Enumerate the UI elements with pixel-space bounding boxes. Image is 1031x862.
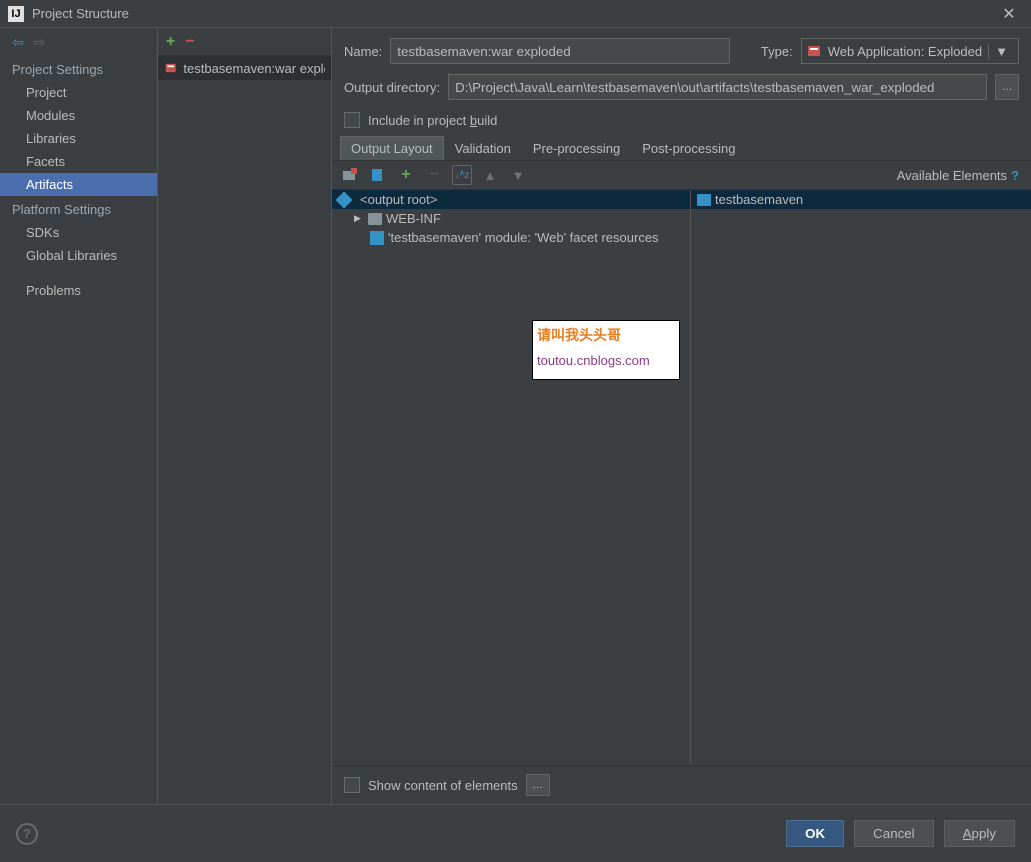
sidebar-item-modules[interactable]: Modules bbox=[0, 104, 157, 127]
facet-label: 'testbasemaven' module: 'Web' facet reso… bbox=[388, 230, 659, 245]
webinf-label: WEB-INF bbox=[386, 211, 441, 226]
sidebar-item-sdks[interactable]: SDKs bbox=[0, 221, 157, 244]
include-build-checkbox[interactable] bbox=[344, 112, 360, 128]
tabs: Output Layout Validation Pre-processing … bbox=[332, 136, 1031, 161]
nav-back-icon[interactable]: ⇦ bbox=[12, 34, 24, 51]
output-root-label: <output root> bbox=[360, 192, 437, 207]
help-icon[interactable]: ? bbox=[1011, 168, 1019, 183]
move-down-icon: ▼ bbox=[508, 165, 528, 185]
tab-validation[interactable]: Validation bbox=[444, 136, 522, 160]
sort-icon[interactable]: ↓ᴬᴢ bbox=[452, 165, 472, 185]
sidebar-item-libraries[interactable]: Libraries bbox=[0, 127, 157, 150]
sidebar-item-problems[interactable]: Problems bbox=[0, 279, 157, 302]
available-item-label: testbasemaven bbox=[715, 192, 803, 207]
artifact-list-item[interactable]: testbasemaven:war exploded bbox=[158, 56, 331, 80]
tab-post-processing[interactable]: Post-processing bbox=[631, 136, 746, 160]
module-folder-icon bbox=[697, 194, 711, 206]
window-title: Project Structure bbox=[32, 6, 995, 21]
nav-forward-icon: ⇨ bbox=[34, 34, 46, 51]
artifacts-toolbar: + − bbox=[158, 28, 331, 56]
type-label: Type: bbox=[761, 44, 793, 59]
watermark-text2: toutou.cnblogs.com bbox=[537, 353, 675, 368]
name-input[interactable] bbox=[390, 38, 730, 64]
chevron-down-icon: ▼ bbox=[988, 44, 1014, 59]
ok-button[interactable]: OK bbox=[786, 820, 844, 847]
artifact-label: testbasemaven:war exploded bbox=[183, 61, 325, 76]
cancel-button[interactable]: Cancel bbox=[854, 820, 934, 847]
folder-icon bbox=[368, 213, 382, 225]
footer-help-icon[interactable]: ? bbox=[16, 823, 38, 845]
sidebar: ⇦ ⇨ Project Settings Project Modules Lib… bbox=[0, 28, 158, 804]
sidebar-toolbar: ⇦ ⇨ bbox=[0, 28, 157, 56]
titlebar: IJ Project Structure ✕ bbox=[0, 0, 1031, 28]
watermark: 请叫我头头哥 toutou.cnblogs.com bbox=[532, 320, 680, 380]
sidebar-section-platform-settings: Platform Settings bbox=[0, 196, 157, 221]
tree-output-root[interactable]: <output root> bbox=[332, 190, 690, 209]
remove-artifact-icon[interactable]: − bbox=[185, 33, 194, 51]
available-item[interactable]: testbasemaven bbox=[691, 190, 1031, 209]
tree-facet-resources[interactable]: 'testbasemaven' module: 'Web' facet reso… bbox=[332, 228, 690, 247]
artifact-details-pane: Name: Type: Web Application: Exploded ▼ … bbox=[332, 28, 1031, 804]
add-copy-icon[interactable]: + bbox=[396, 165, 416, 185]
browse-button[interactable]: … bbox=[995, 74, 1019, 100]
new-archive-icon[interactable] bbox=[368, 165, 388, 185]
new-folder-icon[interactable] bbox=[340, 165, 360, 185]
name-label: Name: bbox=[344, 44, 382, 59]
sidebar-item-global-libraries[interactable]: Global Libraries bbox=[0, 244, 157, 267]
app-icon: IJ bbox=[8, 6, 24, 22]
artifacts-list-pane: + − testbasemaven:war exploded bbox=[158, 28, 332, 804]
show-content-label: Show content of elements bbox=[368, 778, 518, 793]
add-artifact-icon[interactable]: + bbox=[166, 33, 175, 51]
outdir-label: Output directory: bbox=[344, 80, 440, 95]
type-icon bbox=[806, 43, 822, 59]
close-icon[interactable]: ✕ bbox=[995, 0, 1023, 28]
show-content-checkbox[interactable] bbox=[344, 777, 360, 793]
sidebar-item-facets[interactable]: Facets bbox=[0, 150, 157, 173]
move-up-icon: ▲ bbox=[480, 165, 500, 185]
artifact-icon bbox=[164, 60, 177, 76]
tab-output-layout[interactable]: Output Layout bbox=[340, 136, 444, 160]
output-tree[interactable]: <output root> ▶ WEB-INF 'testbasemaven' … bbox=[332, 190, 691, 765]
available-elements-label: Available Elements ? bbox=[897, 168, 1019, 183]
type-combo[interactable]: Web Application: Exploded ▼ bbox=[801, 38, 1019, 64]
tree-webinf[interactable]: ▶ WEB-INF bbox=[332, 209, 690, 228]
watermark-text1: 请叫我头头哥 bbox=[537, 325, 675, 345]
expand-icon[interactable]: ▶ bbox=[354, 213, 364, 224]
show-content-options-button[interactable]: … bbox=[526, 774, 550, 796]
layout-toolbar: + − ↓ᴬᴢ ▲ ▼ Available Elements ? bbox=[332, 161, 1031, 190]
output-root-icon bbox=[336, 191, 353, 208]
dialog-footer: ? OK Cancel Apply bbox=[0, 804, 1031, 862]
include-build-label: Include in project build bbox=[368, 113, 497, 128]
sidebar-item-project[interactable]: Project bbox=[0, 81, 157, 104]
sidebar-item-artifacts[interactable]: Artifacts bbox=[0, 173, 157, 196]
type-value: Web Application: Exploded bbox=[828, 44, 982, 59]
module-icon bbox=[370, 231, 384, 245]
remove-item-icon: − bbox=[424, 165, 444, 185]
outdir-input[interactable] bbox=[448, 74, 987, 100]
sidebar-section-project-settings: Project Settings bbox=[0, 56, 157, 81]
tab-pre-processing[interactable]: Pre-processing bbox=[522, 136, 631, 160]
available-elements-tree[interactable]: testbasemaven bbox=[691, 190, 1031, 765]
apply-button[interactable]: Apply bbox=[944, 820, 1015, 847]
